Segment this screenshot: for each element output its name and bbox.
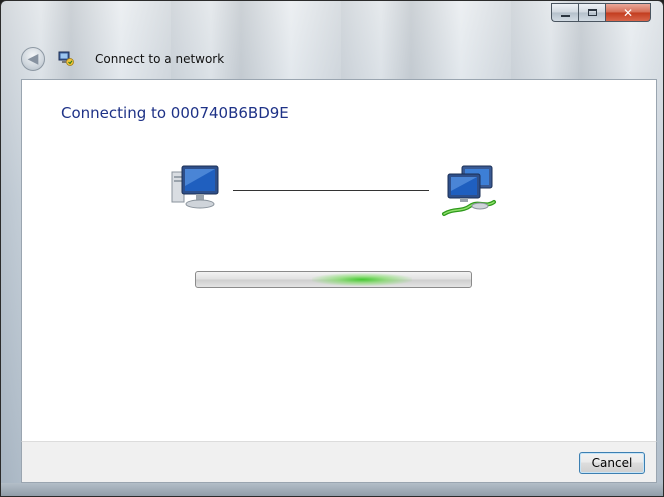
close-button[interactable]: ✕ [605, 3, 651, 22]
back-button[interactable]: ◀ [21, 47, 45, 71]
back-arrow-icon: ◀ [27, 51, 39, 67]
window-frame: ✕ ◀ Connect to a network Connecting to 0… [0, 0, 664, 497]
minimize-icon [560, 14, 570, 17]
window-bottom-border [1, 483, 663, 496]
connection-progress-bar [195, 271, 472, 288]
cancel-button[interactable]: Cancel [579, 452, 645, 474]
close-icon: ✕ [622, 5, 634, 20]
maximize-icon [587, 9, 597, 16]
button-bar: Cancel [21, 441, 657, 483]
minimize-button[interactable] [551, 3, 578, 22]
connection-line [233, 190, 429, 191]
maximize-button[interactable] [578, 3, 605, 22]
caption-buttons: ✕ [551, 3, 651, 23]
progress-indicator [312, 273, 412, 286]
window-title: Connect to a network [95, 52, 225, 66]
connecting-heading: Connecting to 000740B6BD9E [61, 104, 289, 122]
computer-icon [171, 165, 219, 209]
content-area: Connecting to 000740B6BD9E [21, 79, 657, 441]
network-wizard-icon [58, 51, 74, 66]
network-icon [442, 165, 496, 216]
navigation-bar: ◀ Connect to a network [1, 39, 663, 79]
